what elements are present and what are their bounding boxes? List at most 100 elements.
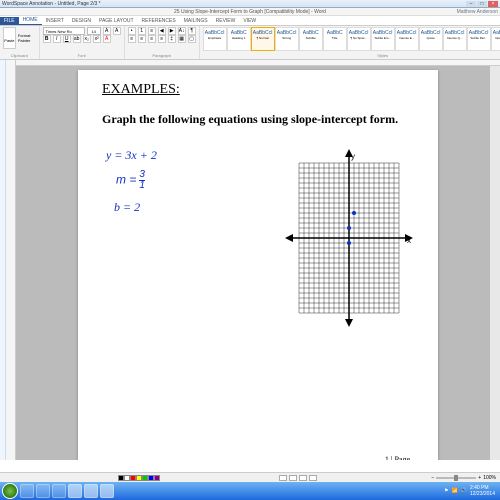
tray-volume-icon[interactable]: 🔊: [461, 488, 467, 494]
point-1: [352, 211, 356, 215]
font-name-select[interactable]: Times New Ro: [43, 27, 85, 35]
document-title: 25 Using Slope-Intercept Form to Graph […: [174, 9, 326, 15]
strike-button[interactable]: ab: [73, 35, 81, 43]
coordinate-graph: y x: [284, 148, 414, 328]
minimize-button[interactable]: –: [466, 1, 476, 7]
point-b: [347, 226, 351, 230]
zoom-control[interactable]: −+ 100%: [431, 475, 496, 481]
style-emphasis[interactable]: AaBbCcIEmphasis: [203, 27, 227, 51]
group-font: Times New Ro 14 A A B I U ab x₂ x² A Fon…: [40, 26, 125, 59]
style-strong[interactable]: AaBbCcIStrong: [275, 27, 299, 51]
sort-button[interactable]: A↓: [178, 27, 186, 35]
shrink-font-button[interactable]: A: [113, 27, 121, 35]
page-heading: EXAMPLES:: [102, 82, 414, 98]
outdent-button[interactable]: ◀: [158, 27, 166, 35]
format-painter-button[interactable]: Format Painter: [18, 33, 36, 43]
italic-button[interactable]: I: [53, 35, 61, 43]
y-axis-label: y: [351, 152, 355, 161]
style-intense-r-[interactable]: AaBbCcIIntense R...: [491, 27, 500, 51]
tab-file[interactable]: FILE: [0, 17, 19, 25]
tab-pagelayout[interactable]: PAGE LAYOUT: [95, 17, 138, 25]
tab-references[interactable]: REFERENCES: [138, 17, 180, 25]
tab-home[interactable]: HOME: [19, 16, 42, 25]
numbering-button[interactable]: 1: [138, 27, 146, 35]
taskbar-ie-icon[interactable]: [20, 484, 34, 498]
maximize-button[interactable]: □: [477, 1, 487, 7]
sup-button[interactable]: x²: [93, 35, 101, 43]
font-size-select[interactable]: 14: [87, 27, 101, 35]
style--normal[interactable]: AaBbCcI¶ Normal: [251, 27, 275, 51]
shading-button[interactable]: ▦: [178, 35, 186, 43]
taskbar-wordspace-icon[interactable]: [84, 484, 98, 498]
align-right-button[interactable]: ≡: [148, 35, 156, 43]
pen-tools[interactable]: [279, 475, 317, 481]
font-color-button[interactable]: A: [103, 35, 111, 43]
account-name[interactable]: Matthew Anderson: [457, 8, 498, 16]
document-page[interactable]: EXAMPLES: Graph the following equations …: [78, 70, 438, 460]
color-swatch[interactable]: [154, 475, 160, 481]
vertical-scrollbar[interactable]: [490, 60, 500, 460]
underline-button[interactable]: U: [63, 35, 71, 43]
instruction-text: Graph the following equations using slop…: [102, 112, 414, 127]
align-left-button[interactable]: ≡: [128, 35, 136, 43]
tab-insert[interactable]: INSERT: [42, 17, 68, 25]
window-titlebar: WordSpace Annotation - Untitled, Page 2/…: [0, 0, 500, 8]
app-title: WordSpace Annotation - Untitled, Page 2/…: [2, 1, 101, 7]
bullets-button[interactable]: •: [128, 27, 136, 35]
style-intense-e-[interactable]: AaBbCcIIntense E...: [395, 27, 419, 51]
sub-button[interactable]: x₂: [83, 35, 91, 43]
bold-button[interactable]: B: [43, 35, 51, 43]
handwritten-slope: m = 31: [116, 170, 145, 191]
grow-font-button[interactable]: A: [103, 27, 111, 35]
page-number: 1 | Page: [385, 455, 410, 460]
tray-network-icon[interactable]: 📶: [452, 488, 458, 494]
taskbar-explorer-icon[interactable]: [36, 484, 50, 498]
group-clipboard: Paste Format Painter Clipboard: [0, 26, 40, 59]
style-title[interactable]: AaBbCTitle: [323, 27, 347, 51]
indent-button[interactable]: ▶: [168, 27, 176, 35]
style--no-spac-[interactable]: AaBbCcI¶ No Spac...: [347, 27, 371, 51]
borders-button[interactable]: ▢: [188, 35, 196, 43]
multilevel-button[interactable]: ≡: [148, 27, 156, 35]
group-label-styles: Styles: [203, 53, 500, 58]
group-label-clipboard: Clipboard: [3, 53, 36, 58]
color-palette[interactable]: [118, 475, 160, 481]
taskbar-word-icon[interactable]: [100, 484, 114, 498]
annotation-toolbar: −+ 100%: [0, 472, 500, 482]
style-subtle-ref-[interactable]: AaBbCcISubtle Ref...: [467, 27, 491, 51]
style-heading-1[interactable]: AaBbCHeading 1: [227, 27, 251, 51]
tab-mailings[interactable]: MAILINGS: [180, 17, 212, 25]
group-label-font: Font: [43, 53, 121, 58]
page-area: EXAMPLES: Graph the following equations …: [16, 60, 500, 460]
windows-taskbar: ⚑ 📶 🔊 2:40 PM 12/23/2014: [0, 482, 500, 500]
taskbar-excel-icon[interactable]: [68, 484, 82, 498]
align-center-button[interactable]: ≡: [138, 35, 146, 43]
style-quote[interactable]: AaBbCcIQuote: [419, 27, 443, 51]
ribbon-tabs: FILE HOME INSERT DESIGN PAGE LAYOUT REFE…: [0, 16, 500, 26]
point-cursor: [347, 241, 351, 245]
system-tray[interactable]: ⚑ 📶 🔊 2:40 PM 12/23/2014: [444, 485, 498, 497]
x-axis-label: x: [407, 236, 411, 245]
vertical-ruler: [6, 60, 16, 460]
start-button[interactable]: [2, 483, 18, 499]
tray-date: 12/23/2014: [470, 491, 495, 497]
line-spacing-button[interactable]: ‡: [168, 35, 176, 43]
tab-view[interactable]: VIEW: [239, 17, 260, 25]
tab-review[interactable]: REVIEW: [212, 17, 240, 25]
paste-button[interactable]: Paste: [3, 27, 16, 49]
taskbar-media-icon[interactable]: [52, 484, 66, 498]
style-intense-q-[interactable]: AaBbCcIIntense Q...: [443, 27, 467, 51]
tab-design[interactable]: DESIGN: [68, 17, 95, 25]
workspace: EXAMPLES: Graph the following equations …: [0, 60, 500, 460]
style-subtitle[interactable]: AaBbCSubtitle: [299, 27, 323, 51]
ribbon: Paste Format Painter Clipboard Times New…: [0, 26, 500, 60]
horizontal-ruler: [16, 60, 500, 66]
close-button[interactable]: ×: [488, 1, 498, 7]
group-paragraph: • 1 ≡ ◀ ▶ A↓ ¶ ≡ ≡ ≡ ≡ ‡ ▦ ▢ Paragraph: [125, 26, 200, 59]
style-subtle-em-[interactable]: AaBbCcISubtle Em...: [371, 27, 395, 51]
tray-flag-icon[interactable]: ⚑: [444, 488, 448, 494]
group-label-paragraph: Paragraph: [128, 53, 196, 58]
pilcrow-button[interactable]: ¶: [188, 27, 196, 35]
justify-button[interactable]: ≡: [158, 35, 166, 43]
group-styles: AaBbCcIEmphasisAaBbCHeading 1AaBbCcI¶ No…: [200, 26, 500, 59]
